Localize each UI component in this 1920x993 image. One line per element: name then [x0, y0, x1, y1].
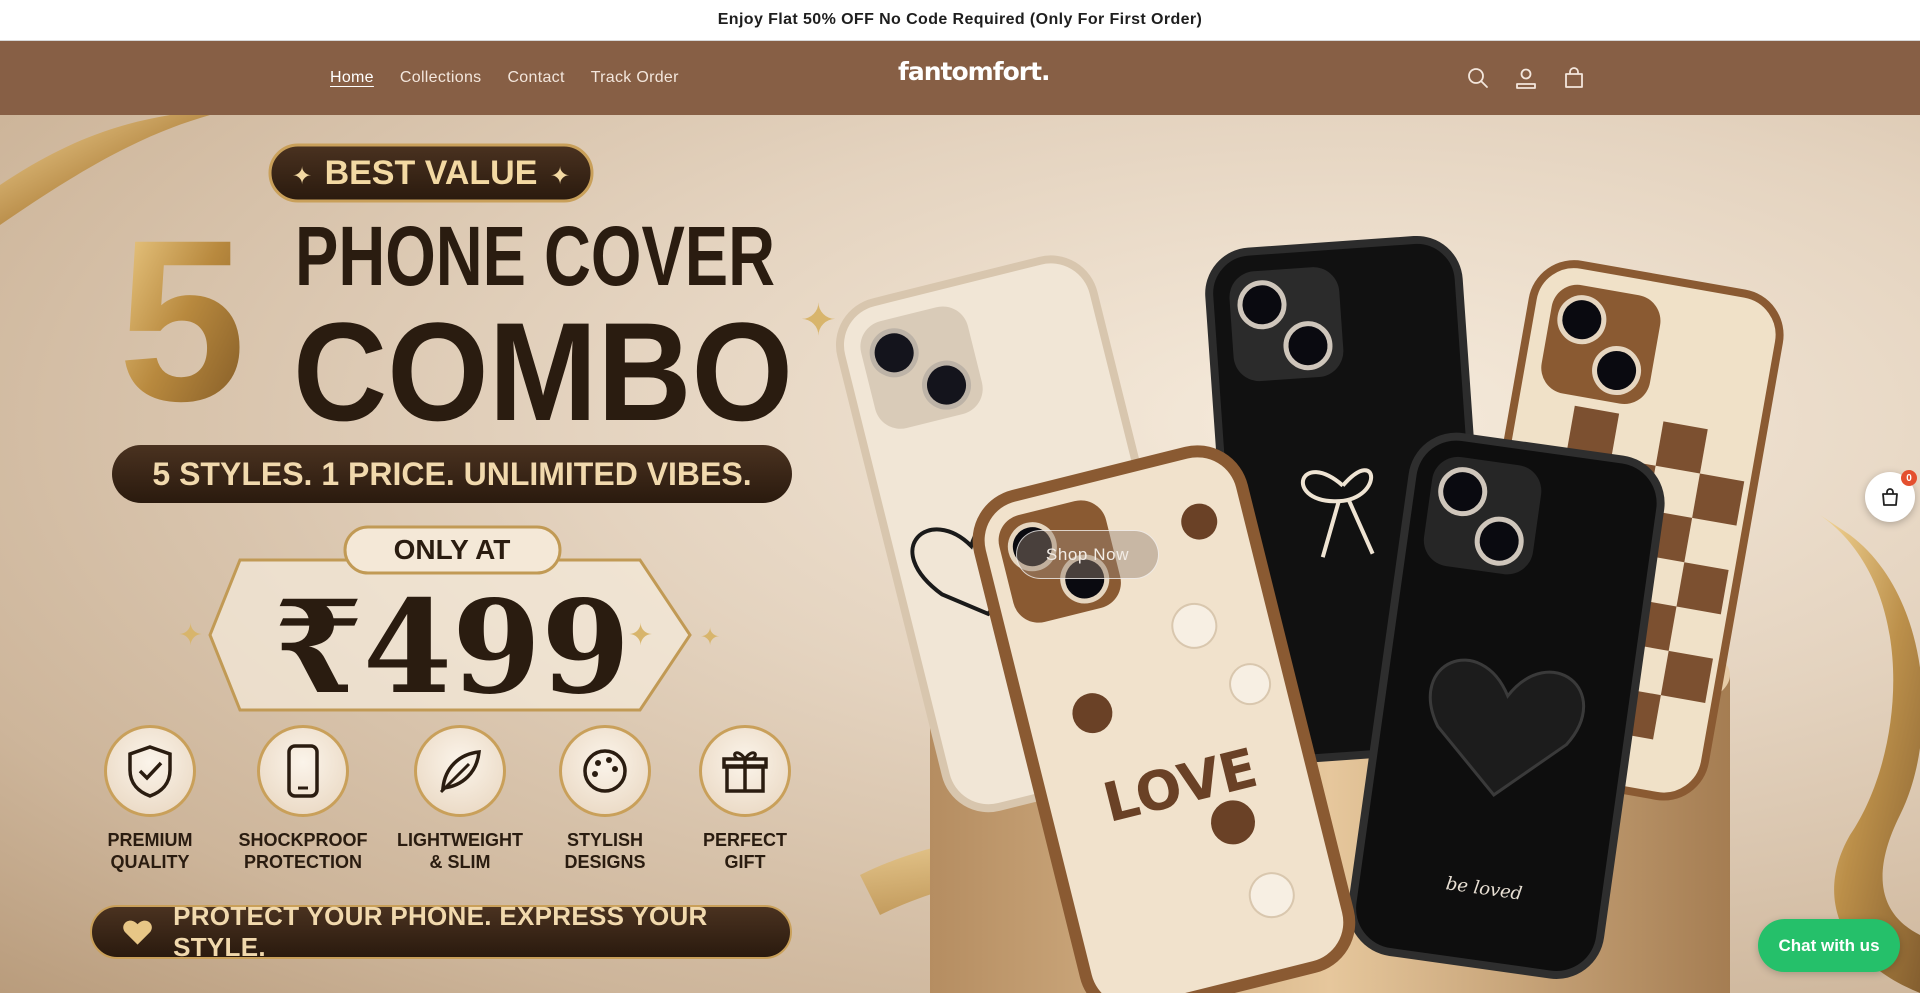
headline-phone-cover: PHONE COVER	[295, 209, 775, 303]
svg-text:₹499: ₹499	[274, 573, 630, 723]
feature-label-line2: QUALITY	[110, 852, 190, 872]
features-row: PREMIUM QUALITY SHOCKPROOF PROTECTION LIGH…	[80, 725, 800, 885]
svg-text:BEST VALUE: BEST VALUE	[325, 154, 538, 192]
feature-lightweight: LIGHTWEIGHT & SLIM	[390, 725, 530, 873]
feature-stylish: STYLISH DESIGNS	[550, 725, 660, 873]
gift-icon	[699, 725, 791, 817]
feature-gift: PERFECT GIFT	[690, 725, 800, 873]
feature-shockproof: SHOCKPROOF PROTECTION	[228, 725, 378, 873]
palette-icon	[559, 725, 651, 817]
svg-text:5 STYLES. 1 PRICE. UNLIMITED V: 5 STYLES. 1 PRICE. UNLIMITED VIBES.	[152, 456, 751, 492]
svg-text:✦: ✦	[292, 163, 312, 190]
feature-label-line1: LIGHTWEIGHT	[397, 830, 523, 850]
price-frame: ONLY AT ₹499 ✦ ✦ ✦	[178, 525, 720, 723]
feature-label-line1: SHOCKPROOF	[238, 830, 368, 850]
shop-now-button[interactable]: Shop Now	[1016, 530, 1159, 579]
shopping-bag-icon	[1882, 488, 1898, 506]
nav-collections[interactable]: Collections	[400, 69, 482, 87]
announcement-bar: Enjoy Flat 50% OFF No Code Required (Onl…	[0, 0, 1920, 41]
hero-banner[interactable]: smile	[0, 115, 1920, 993]
announcement-text: Enjoy Flat 50% OFF No Code Required (Onl…	[717, 11, 1203, 28]
nav-track-order[interactable]: Track Order	[591, 69, 679, 87]
header-actions	[1463, 61, 1589, 95]
feature-label-line2: & SLIM	[429, 852, 491, 872]
heart-icon	[123, 920, 152, 945]
svg-text:✦: ✦	[628, 619, 653, 652]
nav-home[interactable]: Home	[330, 69, 374, 87]
feature-label-line1: PERFECT	[702, 830, 787, 850]
feature-label-line2: DESIGNS	[564, 852, 646, 872]
shield-check-icon	[104, 725, 196, 817]
feature-label-line2: GIFT	[724, 852, 766, 872]
nav-contact[interactable]: Contact	[507, 69, 564, 87]
account-icon[interactable]	[1511, 61, 1541, 95]
best-value-badge: BEST VALUE ✦ ✦	[268, 143, 594, 203]
cart-count-badge: 0	[1901, 470, 1917, 486]
bottom-banner-text: PROTECT YOUR PHONE. EXPRESS YOUR STYLE.	[173, 901, 708, 962]
brand-logo[interactable]: fantomfort.	[898, 57, 1051, 86]
svg-text:✦: ✦	[550, 163, 570, 190]
combo-number: 5	[118, 192, 246, 449]
main-nav: Home Collections Contact Track Order	[330, 41, 679, 115]
feature-label-line1: STYLISH	[566, 830, 643, 850]
feather-icon	[414, 725, 506, 817]
floating-cart-button[interactable]: 0	[1865, 470, 1917, 522]
bottom-banner: PROTECT YOUR PHONE. EXPRESS YOUR STYLE.	[90, 901, 792, 962]
svg-text:ONLY AT: ONLY AT	[394, 534, 511, 565]
feature-quality: PREMIUM QUALITY	[95, 725, 205, 873]
chat-with-us-button[interactable]: Chat with us	[1758, 919, 1900, 972]
cart-icon[interactable]	[1559, 61, 1589, 95]
svg-text:✦: ✦	[800, 296, 837, 345]
site-header: Home Collections Contact Track Order fan…	[0, 41, 1920, 115]
svg-text:✦: ✦	[700, 624, 720, 651]
headline-combo: COMBO	[293, 293, 793, 450]
feature-label-line1: PREMIUM	[107, 830, 193, 850]
feature-label-line2: PROTECTION	[243, 852, 362, 872]
phone-icon	[257, 725, 349, 817]
svg-text:✦: ✦	[178, 619, 203, 652]
search-icon[interactable]	[1463, 61, 1493, 95]
tagline-pill: 5 STYLES. 1 PRICE. UNLIMITED VIBES.	[112, 445, 792, 503]
